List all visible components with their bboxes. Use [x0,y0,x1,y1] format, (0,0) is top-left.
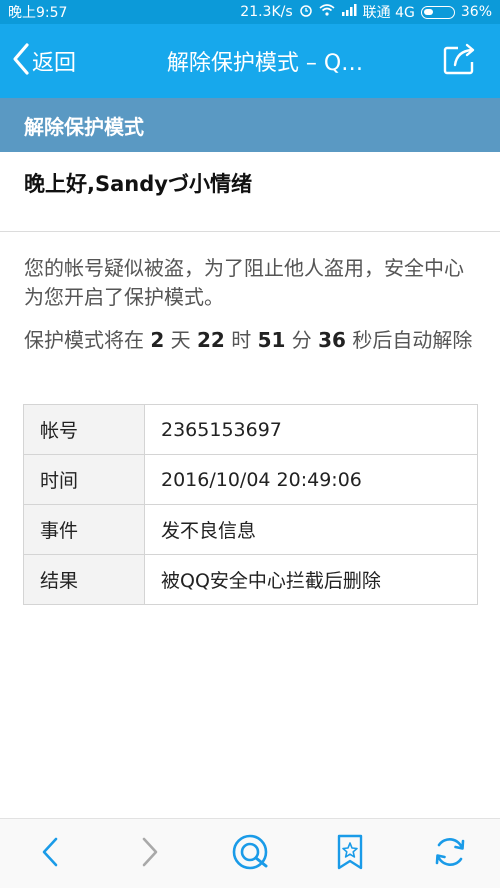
table-value: 2365153697 [144,404,478,455]
qq-browser-icon [230,832,270,876]
network-speed: 21.3K/s [240,4,293,20]
greeting-text: 晚上好,Sandyづ小情绪 [24,172,252,196]
refresh-button[interactable] [400,819,500,888]
countdown-text: 保护模式将在 2 天 22 时 51 分 36 秒后自动解除 [24,326,478,355]
forward-icon [138,835,162,873]
countdown-days: 2 [150,328,165,352]
section-heading: 解除保护模式 [0,98,500,152]
countdown-hours: 22 [197,328,225,352]
share-icon [442,42,478,80]
account-info-table: 帐号 2365153697 时间 2016/10/04 20:49:06 事件 … [23,404,478,605]
carrier-label: 联通 4G [362,5,415,21]
page-title: 解除保护模式 – Q… [166,51,364,76]
bookmark-icon [335,833,365,875]
status-bar: 晚上9:57 21.3K/s 联通 4G 36% [0,0,500,24]
table-key: 时间 [23,454,145,505]
wifi-icon [319,4,335,20]
refresh-icon [432,834,468,874]
table-row: 结果 被QQ安全中心拦截后删除 [23,554,478,605]
qq-browser-button[interactable] [200,819,300,888]
table-value: 2016/10/04 20:49:06 [144,454,478,505]
table-key: 帐号 [23,404,145,455]
signal-icon [341,4,357,20]
status-time: 晚上9:57 [8,5,68,21]
battery-percent: 36% [460,4,492,20]
protection-notice: 您的帐号疑似被盗，为了阻止他人盗用，安全中心为您开启了保护模式。 [24,256,464,309]
table-row: 帐号 2365153697 [23,404,478,455]
browser-back-button[interactable] [0,819,100,888]
countdown-hours-unit: 时 [224,328,258,352]
bookmark-button[interactable] [300,819,400,888]
table-value: 被QQ安全中心拦截后删除 [144,554,478,605]
back-button[interactable]: 返回 [0,24,110,98]
browser-forward-button[interactable] [100,819,200,888]
alarm-icon [299,3,313,21]
back-icon [38,835,62,873]
table-value: 发不良信息 [144,504,478,555]
back-label: 返回 [32,51,77,76]
countdown-days-unit: 天 [164,328,197,352]
table-row: 时间 2016/10/04 20:49:06 [23,454,478,505]
countdown-seconds: 36 [318,328,346,352]
countdown-minutes-unit: 分 [285,328,319,352]
status-icons: 21.3K/s 联通 4G 36% [240,2,492,22]
divider [0,231,500,232]
share-button[interactable] [420,24,500,98]
table-key: 结果 [23,554,145,605]
table-row: 事件 发不良信息 [23,504,478,555]
battery-icon [420,5,455,19]
back-chevron-icon [10,42,32,80]
countdown-prefix: 保护模式将在 [24,328,151,352]
table-key: 事件 [23,504,145,555]
countdown-suffix: 秒后自动解除 [345,328,473,352]
bottom-toolbar [0,818,500,888]
nav-bar: 返回 解除保护模式 – Q… [0,24,500,98]
countdown-minutes: 51 [257,328,286,352]
